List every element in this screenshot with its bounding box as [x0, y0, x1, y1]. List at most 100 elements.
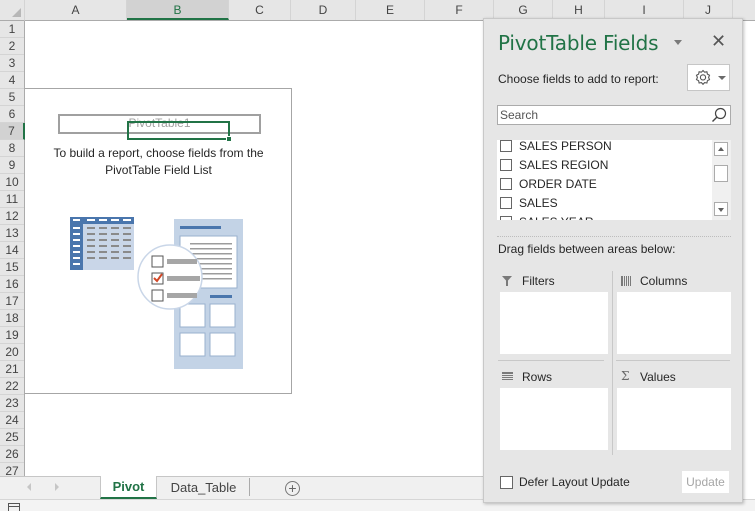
columns-drop-area[interactable] — [617, 292, 731, 354]
field-label: SALES REGION — [519, 158, 609, 172]
row-header-26[interactable]: 26 — [0, 446, 24, 463]
field-list-scrollbar[interactable] — [712, 140, 731, 220]
add-sheet-button[interactable]: + — [285, 481, 300, 496]
previous-sheet-arrow-icon[interactable] — [27, 483, 31, 491]
field-checkbox[interactable] — [500, 215, 512, 220]
row-header-3[interactable]: 3 — [0, 55, 24, 72]
field-label: SALES — [519, 196, 558, 210]
row-header-5[interactable]: 5 — [0, 89, 24, 106]
row-header-6[interactable]: 6 — [0, 106, 24, 123]
row-header-8[interactable]: 8 — [0, 140, 24, 157]
field-item-order-date[interactable]: ORDER DATE — [500, 175, 597, 194]
sheet-tab-pivot[interactable]: Pivot — [100, 476, 157, 499]
caret-up-icon — [718, 147, 724, 151]
field-item-sales-region[interactable]: SALES REGION — [500, 156, 608, 175]
field-checkbox[interactable] — [500, 140, 512, 152]
panel-options-chevron-down-icon[interactable] — [674, 40, 682, 45]
field-checkbox[interactable] — [500, 177, 512, 190]
field-item-sales-person[interactable]: SALES PERSON — [500, 140, 612, 156]
select-all-triangle-icon — [12, 8, 21, 17]
area-divider-vertical — [612, 271, 613, 455]
search-icon[interactable] — [711, 107, 727, 123]
row-header-20[interactable]: 20 — [0, 344, 24, 361]
row-header-18[interactable]: 18 — [0, 310, 24, 327]
row-header-17[interactable]: 17 — [0, 293, 24, 310]
choose-fields-label: Choose fields to add to report: — [498, 72, 659, 86]
drag-fields-label: Drag fields between areas below: — [498, 242, 676, 256]
row-header-14[interactable]: 14 — [0, 242, 24, 259]
field-list: SALES PERSON SALES REGION ORDER DATE SAL… — [497, 140, 731, 220]
rows-area-label: Rows — [522, 370, 553, 384]
row-header-19[interactable]: 19 — [0, 327, 24, 344]
sheet-tab-bar: Pivot Data_Table + — [0, 476, 483, 499]
field-item-sales[interactable]: SALES — [500, 194, 558, 213]
column-header-g[interactable]: G — [494, 0, 553, 20]
pivot-illustration — [70, 217, 243, 369]
field-item-sales-year[interactable]: SALES YEAR — [500, 213, 593, 220]
row-header-4[interactable]: 4 — [0, 72, 24, 89]
row-header-7[interactable]: 7 — [0, 123, 25, 140]
field-label: SALES PERSON — [519, 140, 612, 153]
scroll-down-button[interactable] — [714, 202, 728, 216]
column-header-j[interactable]: J — [684, 0, 733, 20]
columns-area-label: Columns — [640, 274, 688, 288]
row-header-22[interactable]: 22 — [0, 378, 24, 395]
filter-icon — [502, 276, 512, 286]
defer-layout-update-checkbox[interactable] — [500, 476, 513, 489]
next-sheet-arrow-icon[interactable] — [55, 483, 59, 491]
field-search-box[interactable] — [497, 105, 731, 125]
plus-circle-icon: + — [288, 480, 297, 496]
panel-title: PivotTable Fields — [498, 31, 659, 55]
area-divider-horizontal — [498, 360, 604, 361]
magnified-checklist-icon — [137, 244, 203, 310]
row-header-12[interactable]: 12 — [0, 208, 24, 225]
section-divider — [497, 236, 731, 237]
field-checkbox[interactable] — [500, 196, 512, 209]
filters-drop-area[interactable] — [500, 292, 608, 354]
rows-drop-area[interactable] — [500, 388, 608, 450]
scroll-thumb[interactable] — [714, 165, 728, 182]
row-header-1[interactable]: 1 — [0, 21, 24, 38]
row-header-10[interactable]: 10 — [0, 174, 24, 191]
values-drop-area[interactable] — [617, 388, 731, 450]
pivot-hint-line-1: To build a report, choose fields from th… — [53, 146, 264, 160]
field-search-input[interactable] — [500, 107, 705, 123]
column-header-h[interactable]: H — [553, 0, 605, 20]
row-header-24[interactable]: 24 — [0, 412, 24, 429]
defer-layout-update-label: Defer Layout Update — [519, 475, 630, 489]
row-header-2[interactable]: 2 — [0, 38, 24, 55]
column-header-a[interactable]: A — [25, 0, 127, 20]
column-header-i[interactable]: I — [605, 0, 684, 20]
field-list-settings-button[interactable] — [687, 64, 730, 91]
row-header-11[interactable]: 11 — [0, 191, 24, 208]
select-all-corner[interactable] — [0, 0, 25, 21]
fill-handle[interactable] — [226, 136, 232, 142]
column-header-f[interactable]: F — [425, 0, 494, 20]
sheet-tab-data-table[interactable]: Data_Table — [158, 478, 250, 496]
row-header-16[interactable]: 16 — [0, 276, 24, 293]
sigma-icon: Σ — [621, 369, 630, 383]
column-header-d[interactable]: D — [291, 0, 356, 20]
pivot-hint-line-2: PivotTable Field List — [105, 163, 212, 177]
column-header-c[interactable]: C — [229, 0, 291, 20]
active-cell-b7[interactable] — [127, 121, 232, 142]
values-area-label: Values — [640, 370, 676, 384]
row-header-bar: 1 2 3 4 5 6 7 8 9 10 11 12 13 14 15 16 17 18 19 20 21 22 23 24 2… — [0, 21, 25, 480]
scroll-up-button[interactable] — [714, 142, 728, 156]
close-icon[interactable]: ✕ — [711, 31, 726, 51]
row-header-13[interactable]: 13 — [0, 225, 24, 242]
column-header-e[interactable]: E — [356, 0, 425, 20]
row-header-9[interactable]: 9 — [0, 157, 24, 174]
column-header-b[interactable]: B — [127, 0, 229, 20]
update-button[interactable]: Update — [682, 471, 729, 493]
row-header-25[interactable]: 25 — [0, 429, 24, 446]
field-label: SALES YEAR — [519, 215, 593, 220]
area-divider-horizontal — [616, 360, 730, 361]
cell-mode-icon[interactable] — [8, 503, 20, 511]
field-checkbox[interactable] — [500, 158, 512, 171]
row-header-21[interactable]: 21 — [0, 361, 24, 378]
row-header-23[interactable]: 23 — [0, 395, 24, 412]
caret-down-icon — [718, 208, 724, 212]
row-header-15[interactable]: 15 — [0, 259, 24, 276]
filters-area-label: Filters — [522, 274, 555, 288]
